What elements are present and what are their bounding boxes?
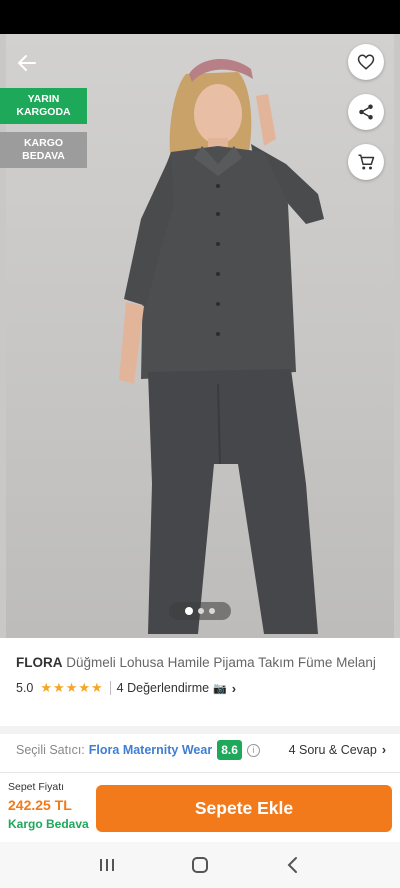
- back-button[interactable]: [12, 48, 42, 78]
- recent-apps-button[interactable]: [87, 845, 127, 885]
- info-icon[interactable]: i: [246, 743, 260, 757]
- qa-link[interactable]: 4 Soru & Cevap ›: [289, 743, 386, 757]
- badge-line-1: YARIN: [27, 93, 60, 105]
- free-shipping-badge: KARGO BEDAVA: [0, 132, 87, 168]
- home-icon: [191, 857, 208, 873]
- chevron-right-icon: ›: [231, 680, 237, 696]
- next-day-shipping-badge: YARIN KARGODA: [0, 88, 87, 124]
- status-bar: [0, 0, 400, 34]
- share-icon: [359, 104, 373, 120]
- system-back-button[interactable]: [273, 845, 313, 885]
- model-illustration: [119, 58, 324, 634]
- price-value: 242.25 TL: [8, 797, 72, 813]
- seller-score-badge: 8.6: [217, 740, 242, 760]
- divider: [109, 681, 111, 695]
- free-shipping-label: Kargo Bedava: [8, 817, 89, 831]
- pager-dot[interactable]: [185, 607, 193, 615]
- review-count[interactable]: 4 Değerlendirme: [117, 681, 209, 695]
- system-nav-bar: [0, 842, 400, 888]
- product-image-gallery[interactable]: YARIN KARGODA KARGO BEDAVA: [0, 34, 400, 638]
- recent-apps-icon: [99, 859, 114, 871]
- cart-button[interactable]: [348, 144, 384, 180]
- camera-icon: 📷: [213, 682, 227, 695]
- pager-dot[interactable]: [209, 608, 215, 614]
- seller-row: Seçili Satıcı: Flora Maternity Wear 8.6 …: [0, 734, 400, 766]
- cart-icon: [358, 154, 375, 170]
- brand-name[interactable]: FLORA: [16, 655, 63, 670]
- rating-row[interactable]: 5.0 ★★★★★ 4 Değerlendirme 📷 ›: [16, 680, 384, 696]
- rating-stars: ★★★★★: [40, 680, 104, 695]
- seller-name-link[interactable]: Flora Maternity Wear: [89, 743, 212, 757]
- add-to-cart-button[interactable]: Sepete Ekle: [96, 785, 392, 832]
- pager-dot[interactable]: [198, 608, 204, 614]
- section-divider: [0, 726, 400, 734]
- home-button[interactable]: [180, 845, 220, 885]
- purchase-bar: Sepet Fiyatı 242.25 TL Kargo Bedava Sepe…: [0, 772, 400, 842]
- price-block: Sepet Fiyatı 242.25 TL Kargo Bedava: [8, 781, 89, 831]
- product-name: Düğmeli Lohusa Hamile Pijama Takım Füme …: [66, 655, 376, 670]
- badge-line-2: KARGODA: [16, 106, 71, 118]
- price-label: Sepet Fiyatı: [8, 781, 65, 793]
- chevron-left-icon: [287, 857, 298, 873]
- favorite-button[interactable]: [348, 44, 384, 80]
- product-info: FLORA Düğmeli Lohusa Hamile Pijama Takım…: [0, 638, 400, 726]
- heart-icon: [357, 54, 375, 70]
- product-title: FLORA Düğmeli Lohusa Hamile Pijama Takım…: [16, 654, 384, 672]
- arrow-left-icon: [18, 55, 36, 71]
- rating-value: 5.0: [16, 681, 34, 695]
- share-button[interactable]: [348, 94, 384, 130]
- chevron-right-icon: ›: [381, 743, 386, 757]
- badge-line-1: KARGO: [23, 137, 64, 149]
- image-pager[interactable]: [169, 602, 231, 620]
- badge-line-2: BEDAVA: [22, 150, 65, 162]
- product-photo: [6, 34, 394, 638]
- qa-label: 4 Soru & Cevap: [288, 743, 377, 757]
- seller-label: Seçili Satıcı:: [16, 743, 85, 757]
